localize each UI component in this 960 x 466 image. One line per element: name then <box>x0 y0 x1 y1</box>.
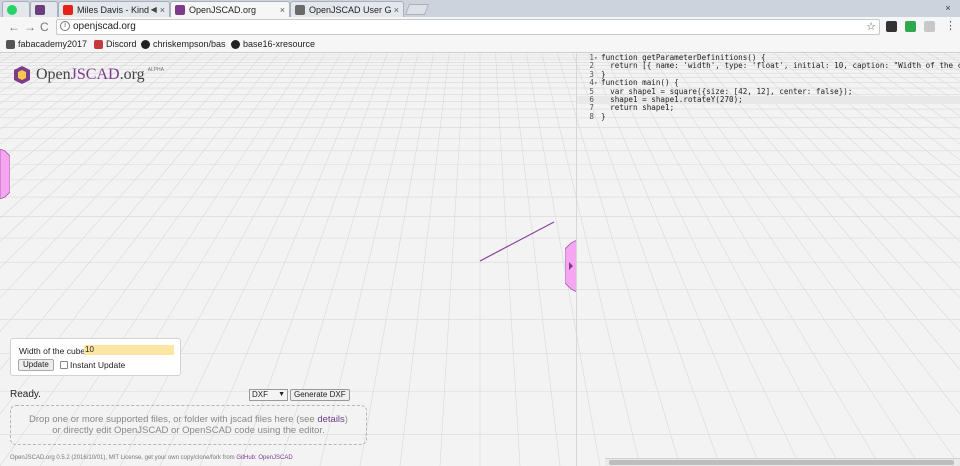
menu-icon[interactable]: ⋮ <box>945 19 956 33</box>
footer: OpenJSCAD.org 0.5.2 (2016/10/01), MIT Li… <box>10 455 293 461</box>
drop-zone-line1: Drop one or more supported files, or fol… <box>29 414 348 425</box>
openjscad-logo[interactable]: OpenJSCAD.org ALPHA <box>12 65 164 85</box>
instant-update-checkbox[interactable] <box>60 361 68 369</box>
info-icon[interactable]: i <box>60 21 70 31</box>
logo-text: OpenJSCAD.org <box>36 66 145 83</box>
close-window-button[interactable]: × <box>942 2 954 14</box>
bookmark-base16-xresource[interactable]: base16-xresource <box>231 39 315 49</box>
audio-icon[interactable]: ◀ <box>151 5 157 14</box>
tab-whatsapp[interactable] <box>2 1 30 17</box>
scrollbar-thumb[interactable] <box>609 460 954 465</box>
tab-fab[interactable] <box>30 1 58 17</box>
whatsapp-icon <box>7 4 17 15</box>
generate-button[interactable]: Generate DXF <box>290 389 350 401</box>
chevron-down-icon: ▼ <box>278 391 285 398</box>
tab-strip: Miles Davis - Kind ◀ × OpenJSCAD.org × O… <box>0 0 960 17</box>
openjscad-icon <box>175 4 185 15</box>
check-extension-icon[interactable] <box>905 21 916 32</box>
forward-button[interactable]: → <box>24 20 36 34</box>
discord-icon <box>94 39 103 49</box>
github-icon <box>231 39 240 49</box>
tab-openjscad[interactable]: OpenJSCAD.org × <box>170 1 290 17</box>
drop-zone[interactable]: Drop one or more supported files, or fol… <box>10 405 367 445</box>
wikibooks-icon <box>295 4 305 15</box>
address-bar[interactable]: i openjscad.org ☆ <box>56 19 880 35</box>
tab-openjscad-user-guide[interactable]: OpenJSCAD User Gu × <box>290 1 404 17</box>
new-tab-button[interactable] <box>404 4 430 15</box>
back-button[interactable]: ← <box>8 20 20 34</box>
left-panel-toggle[interactable] <box>0 149 10 199</box>
rendered-shape <box>479 221 555 262</box>
extension-icon[interactable] <box>924 21 935 32</box>
bookmark-chriskempson[interactable]: chriskempson/bas <box>141 39 226 49</box>
folder-icon <box>6 39 15 49</box>
tab-close-icon[interactable]: × <box>160 5 165 15</box>
code-editor[interactable]: 1▾ function getParameterDefinitions() { 2… <box>577 53 960 466</box>
editor-horizontal-scrollbar[interactable] <box>605 458 960 466</box>
url-text: openjscad.org <box>73 21 136 32</box>
reload-button[interactable]: C <box>40 20 49 34</box>
alpha-badge: ALPHA <box>147 67 165 73</box>
code-line[interactable]: 8} <box>577 112 605 121</box>
fab-icon <box>35 4 45 15</box>
width-input[interactable] <box>84 345 174 355</box>
update-button[interactable]: Update <box>18 359 54 371</box>
status-text: Ready. <box>10 389 41 400</box>
instant-update-label: Instant Update <box>70 360 126 370</box>
openjscad-viewer[interactable]: OpenJSCAD.org ALPHA 1▾ function getParame… <box>0 53 960 466</box>
tab-label: OpenJSCAD.org <box>189 4 257 15</box>
github-link[interactable]: GitHub: OpenJSCAD <box>236 455 292 461</box>
bookmark-star-icon[interactable]: ☆ <box>866 20 876 34</box>
bookmark-fabacademy2017[interactable]: fabacademy2017 <box>6 39 87 49</box>
extension-icon[interactable] <box>886 21 897 32</box>
width-label: Width of the cube: <box>19 346 88 356</box>
youtube-icon <box>63 4 73 15</box>
browser-toolbar: ← → C i openjscad.org ☆ ⋮ <box>0 17 960 37</box>
tab-close-icon[interactable]: × <box>394 5 399 15</box>
tab-label: Miles Davis - Kind <box>77 4 149 15</box>
tab-close-icon[interactable]: × <box>280 5 285 15</box>
github-icon <box>141 39 150 49</box>
bookmarks-bar: fabacademy2017 Discord chriskempson/bas … <box>0 37 960 53</box>
parameters-panel: Width of the cube: Update Instant Update <box>10 338 181 376</box>
code-line[interactable]: 2 return [{ name: 'width', type: 'float'… <box>577 61 960 70</box>
details-link[interactable]: details <box>317 414 344 425</box>
bookmark-discord[interactable]: Discord <box>94 39 137 49</box>
drop-zone-line2: or directly edit OpenJSCAD or OpenSCAD c… <box>52 425 325 436</box>
format-select[interactable]: DXF ▼ <box>249 389 288 401</box>
tab-miles-davis[interactable]: Miles Davis - Kind ◀ × <box>58 1 170 17</box>
tab-label: OpenJSCAD User Gu <box>309 4 391 15</box>
openjscad-logo-icon <box>14 66 30 84</box>
